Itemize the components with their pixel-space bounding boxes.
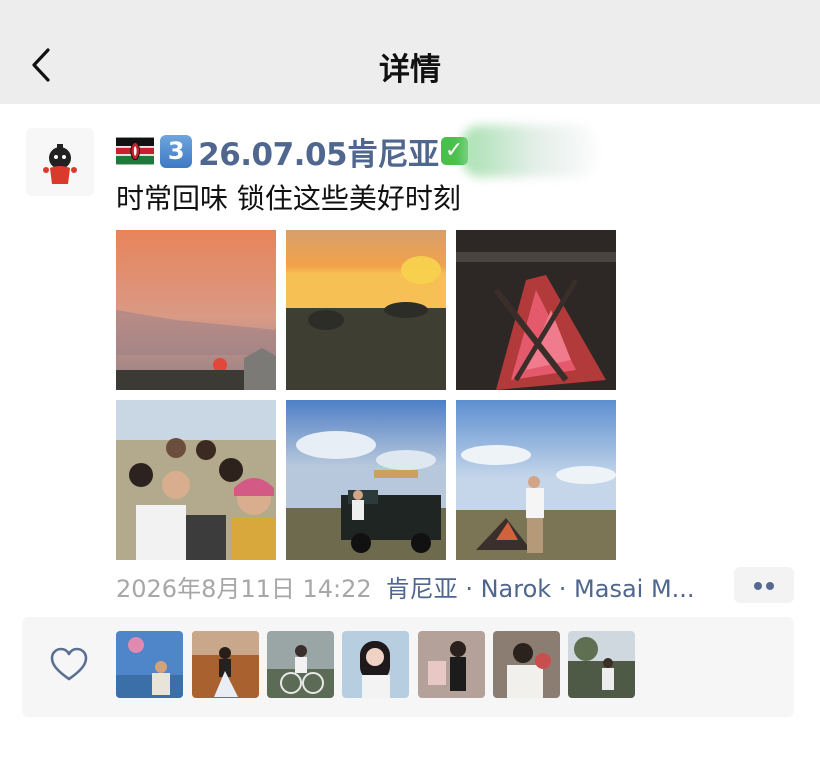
liker-avatar[interactable] bbox=[267, 631, 334, 698]
campfire-photo bbox=[456, 230, 616, 390]
group-selfie-photo bbox=[116, 400, 276, 560]
man-by-fire-photo bbox=[456, 400, 616, 560]
photo-grid bbox=[116, 230, 616, 560]
more-options-button[interactable] bbox=[734, 567, 794, 603]
sunset-photo bbox=[116, 230, 276, 390]
photo-4[interactable] bbox=[116, 400, 276, 560]
photo-5[interactable] bbox=[286, 400, 446, 560]
avatar-character-icon bbox=[26, 128, 94, 196]
savanna-sunset-photo bbox=[286, 230, 446, 390]
liker-avatar[interactable] bbox=[116, 631, 183, 698]
top-bar: 详情 bbox=[0, 0, 820, 104]
number-badge: 3 bbox=[160, 134, 193, 168]
author-avatar[interactable] bbox=[26, 128, 94, 196]
more-dots-icon bbox=[766, 582, 774, 590]
photo-3[interactable] bbox=[456, 230, 616, 390]
liker-avatar[interactable] bbox=[342, 631, 409, 698]
photo-1[interactable] bbox=[116, 230, 276, 390]
more-dots-icon bbox=[754, 582, 762, 590]
safari-jeep-photo bbox=[286, 400, 446, 560]
liker-avatar[interactable] bbox=[192, 631, 259, 698]
liker-avatar[interactable] bbox=[568, 631, 635, 698]
page-title: 详情 bbox=[379, 52, 441, 88]
liker-avatar[interactable] bbox=[418, 631, 485, 698]
blurred-name-area bbox=[461, 125, 596, 177]
post-meta: 2026年8月11日 14:22 肯尼亚 · Narok · Masai M... bbox=[116, 569, 720, 605]
liker-avatar[interactable] bbox=[493, 631, 560, 698]
post-location[interactable]: 肯尼亚 · Narok · Masai M... bbox=[386, 575, 695, 603]
post-timestamp: 2026年8月11日 14:22 bbox=[116, 575, 372, 603]
author-name-line[interactable]: 3 26.07.05肯尼亚 ✓ bbox=[116, 125, 596, 177]
author-name[interactable]: 26.07.05肯尼亚 bbox=[198, 129, 439, 174]
kenya-flag-icon bbox=[116, 137, 155, 165]
post-text: 时常回味 锁住这些美好时刻 bbox=[116, 182, 461, 215]
heart-icon[interactable] bbox=[50, 647, 88, 683]
likes-panel bbox=[22, 617, 794, 717]
photo-6[interactable] bbox=[456, 400, 616, 560]
photo-2[interactable] bbox=[286, 230, 446, 390]
